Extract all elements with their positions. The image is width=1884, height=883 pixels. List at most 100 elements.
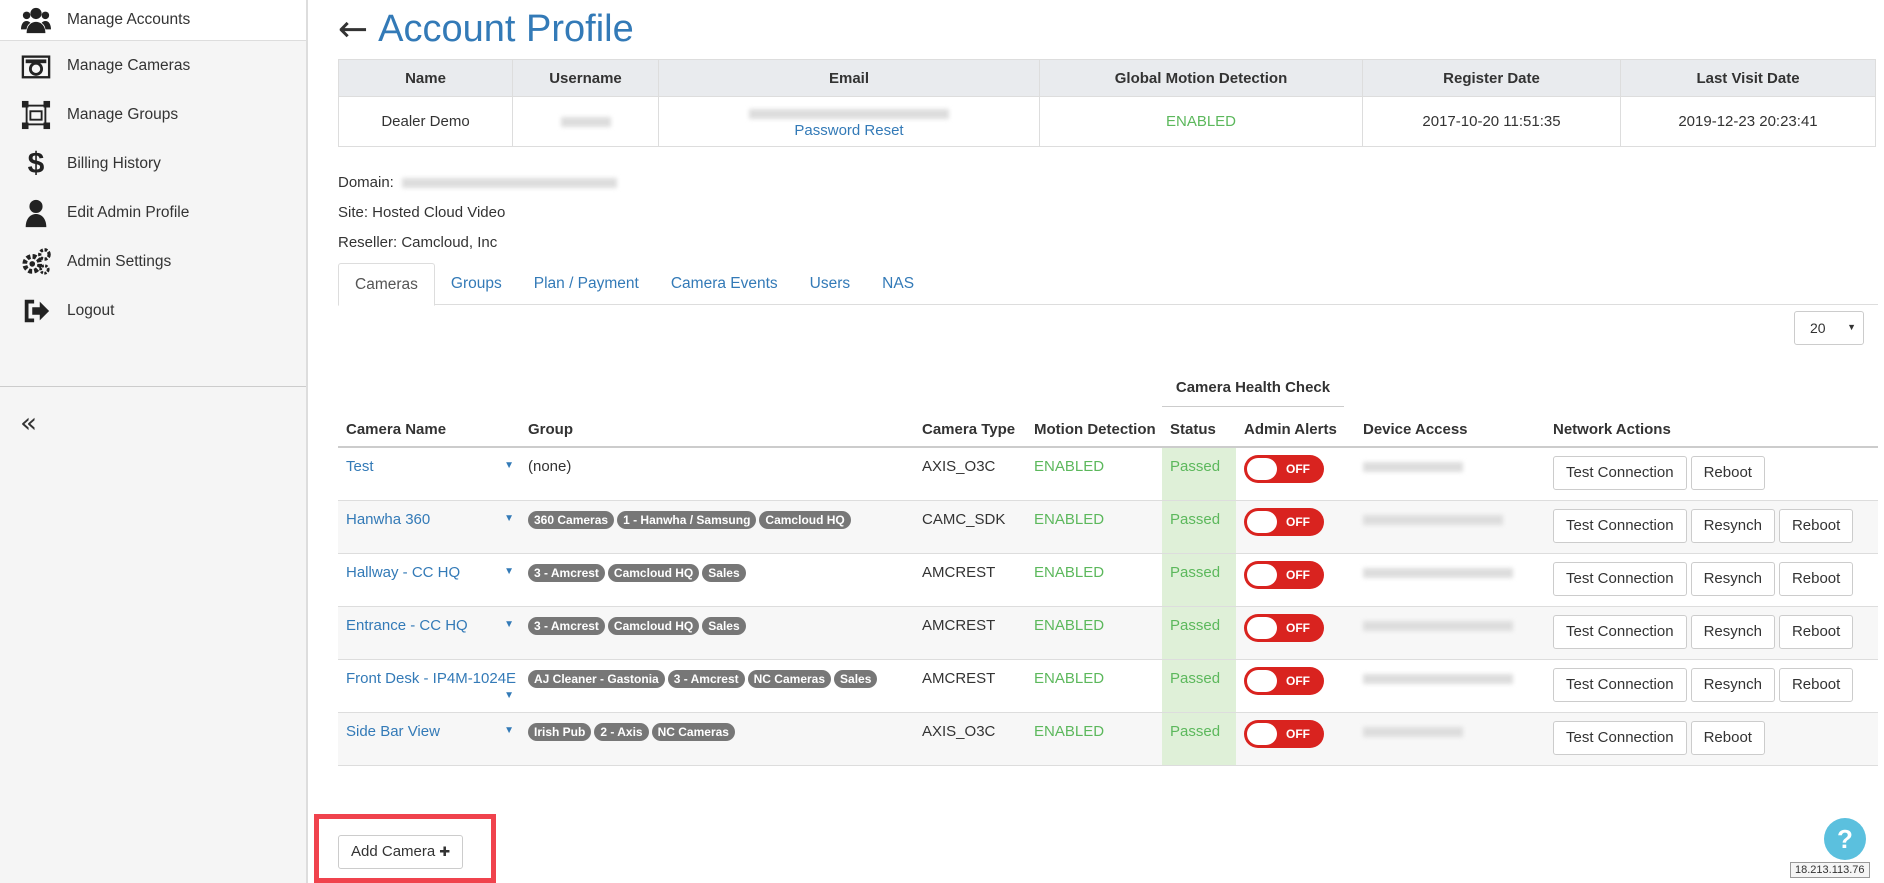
- back-arrow-icon[interactable]: ←: [338, 9, 368, 50]
- caret-down-icon[interactable]: ▼: [504, 690, 514, 701]
- col-network-actions: Network Actions: [1545, 413, 1878, 448]
- table-row: Front Desk - IP4M-1024E ▼ AJ Cleaner - G…: [338, 659, 1878, 713]
- camera-group: 3 - Amcrest Camcloud HQ Sales: [520, 606, 914, 660]
- test-connection-button[interactable]: Test Connection: [1553, 667, 1687, 702]
- caret-down-icon[interactable]: ▼: [504, 725, 514, 736]
- camera-motion: ENABLED: [1026, 447, 1162, 501]
- admin-alert-toggle[interactable]: OFF: [1244, 560, 1324, 589]
- reboot-button[interactable]: Reboot: [1690, 720, 1765, 755]
- sidebar-item-label: Manage Groups: [67, 105, 179, 123]
- tab-cameras[interactable]: Cameras: [338, 263, 435, 306]
- group-badge: 2 - Axis: [594, 722, 649, 741]
- device-access: [1355, 712, 1545, 766]
- reboot-button[interactable]: Reboot: [1778, 508, 1854, 543]
- caret-down-icon[interactable]: ▼: [504, 619, 514, 630]
- add-camera-label: Add Camera: [351, 843, 436, 860]
- tab-camera-events[interactable]: Camera Events: [655, 263, 794, 304]
- sidebar-item-admin-settings[interactable]: Admin Settings: [0, 237, 306, 286]
- test-connection-button[interactable]: Test Connection: [1553, 720, 1687, 755]
- col-group: Group: [520, 413, 914, 448]
- main-content: ← Account Profile Name Username Email Gl…: [314, 0, 1878, 883]
- test-connection-button[interactable]: Test Connection: [1553, 508, 1687, 543]
- add-camera-button[interactable]: Add Camera ✚: [338, 835, 464, 869]
- camera-motion: ENABLED: [1026, 712, 1162, 766]
- help-button[interactable]: ?: [1824, 818, 1866, 860]
- reboot-button[interactable]: Reboot: [1778, 667, 1854, 702]
- collapse-sidebar-icon[interactable]: «: [20, 406, 37, 439]
- sidebar-item-logout[interactable]: Logout: [0, 286, 306, 335]
- reboot-button[interactable]: Reboot: [1778, 561, 1854, 596]
- caret-down-icon[interactable]: ▼: [504, 460, 514, 471]
- table-row: Side Bar View ▼ Irish Pub 2 - Axis NC Came…: [338, 712, 1878, 766]
- page-size-value: 20: [1810, 320, 1826, 336]
- sidebar-item-billing-history[interactable]: $ Billing History: [0, 139, 306, 188]
- reboot-button[interactable]: Reboot: [1690, 456, 1765, 490]
- group-badge: NC Cameras: [651, 722, 735, 741]
- group-badge: 1 - Hanwha / Samsung: [617, 510, 757, 529]
- camera-name-cell: Hanwha 360 ▼: [338, 500, 520, 554]
- camera-group: AJ Cleaner - Gastonia 3 - Amcrest NC Camer…: [520, 659, 914, 713]
- admin-alert-cell: OFF: [1236, 606, 1355, 660]
- admin-alert-toggle[interactable]: OFF: [1244, 507, 1324, 536]
- camera-name-cell: Side Bar View ▼: [338, 712, 520, 766]
- resynch-button[interactable]: Resynch: [1690, 667, 1775, 702]
- test-connection-button[interactable]: Test Connection: [1553, 614, 1687, 649]
- admin-alert-cell: OFF: [1236, 712, 1355, 766]
- camera-name-link[interactable]: Side Bar View: [346, 723, 440, 740]
- tab-groups[interactable]: Groups: [435, 263, 518, 304]
- sidebar-item-edit-admin-profile[interactable]: Edit Admin Profile: [0, 188, 306, 237]
- group-badge: Sales: [834, 669, 878, 688]
- group-badge: AJ Cleaner - Gastonia: [528, 669, 665, 688]
- camera-group: 360 Cameras 1 - Hanwha / Samsung Camcloud …: [520, 500, 914, 554]
- page-size-select[interactable]: 20 ▼: [1794, 311, 1864, 345]
- resynch-button[interactable]: Resynch: [1690, 614, 1775, 649]
- camera-type: AXIS_O3C: [914, 447, 1026, 501]
- reseller-line: Reseller: Camcloud, Inc: [338, 234, 498, 251]
- tab-plan-payment[interactable]: Plan / Payment: [518, 263, 655, 304]
- camera-name-link[interactable]: Front Desk - IP4M-1024E: [346, 670, 516, 687]
- camera-status: Passed: [1162, 659, 1236, 713]
- sidebar-item-label: Manage Cameras: [67, 56, 191, 74]
- camera-type: AMCREST: [914, 659, 1026, 713]
- col-status: Status: [1162, 413, 1236, 448]
- col-username: Username: [512, 59, 659, 97]
- camera-name-link[interactable]: Hanwha 360: [346, 511, 430, 528]
- caret-down-icon[interactable]: ▼: [504, 566, 514, 577]
- sidebar-divider: [0, 386, 306, 387]
- caret-down-icon[interactable]: ▼: [504, 513, 514, 524]
- camera-name-link[interactable]: Test: [346, 458, 374, 475]
- table-row: Hallway - CC HQ ▼ 3 - Amcrest Camcloud HQ…: [338, 553, 1878, 607]
- group-badge: Camcloud HQ: [607, 563, 700, 582]
- camera-motion: ENABLED: [1026, 500, 1162, 554]
- resynch-button[interactable]: Resynch: [1690, 508, 1775, 543]
- sidebar-item-label: Logout: [67, 301, 115, 319]
- admin-alert-toggle[interactable]: OFF: [1244, 455, 1324, 483]
- camera-type: AXIS_O3C: [914, 712, 1026, 766]
- tab-users[interactable]: Users: [794, 263, 866, 304]
- camera-status: Passed: [1162, 606, 1236, 660]
- camera-name-link[interactable]: Hallway - CC HQ: [346, 564, 460, 581]
- page-title-text: Account Profile: [378, 8, 634, 50]
- camera-motion: ENABLED: [1026, 553, 1162, 607]
- password-reset-link[interactable]: Password Reset: [659, 122, 1039, 139]
- admin-alert-toggle[interactable]: OFF: [1244, 613, 1324, 642]
- logout-icon: [20, 295, 52, 327]
- camera-status: Passed: [1162, 712, 1236, 766]
- resynch-button[interactable]: Resynch: [1690, 561, 1775, 596]
- test-connection-button[interactable]: Test Connection: [1553, 561, 1687, 596]
- tab-nas[interactable]: NAS: [866, 263, 930, 304]
- cameras-table: Camera Name Group Camera Type Motion Det…: [338, 413, 1878, 766]
- reboot-button[interactable]: Reboot: [1778, 614, 1854, 649]
- admin-alert-toggle[interactable]: OFF: [1244, 666, 1324, 695]
- admin-alert-toggle[interactable]: OFF: [1244, 719, 1324, 748]
- sidebar-item-manage-accounts[interactable]: Manage Accounts: [0, 0, 306, 41]
- table-row: Test ▼ (none) AXIS_O3C ENABLED Passed OF…: [338, 447, 1878, 501]
- group-badge: 360 Cameras: [528, 510, 615, 529]
- network-actions: Test Connection Resynch Reboot: [1545, 606, 1878, 660]
- domain-label: Domain:: [338, 174, 394, 191]
- domain-line: Domain:: [338, 174, 618, 191]
- camera-name-link[interactable]: Entrance - CC HQ: [346, 617, 468, 634]
- sidebar-item-manage-cameras[interactable]: Manage Cameras: [0, 41, 306, 90]
- sidebar-item-manage-groups[interactable]: Manage Groups: [0, 90, 306, 139]
- test-connection-button[interactable]: Test Connection: [1553, 456, 1687, 490]
